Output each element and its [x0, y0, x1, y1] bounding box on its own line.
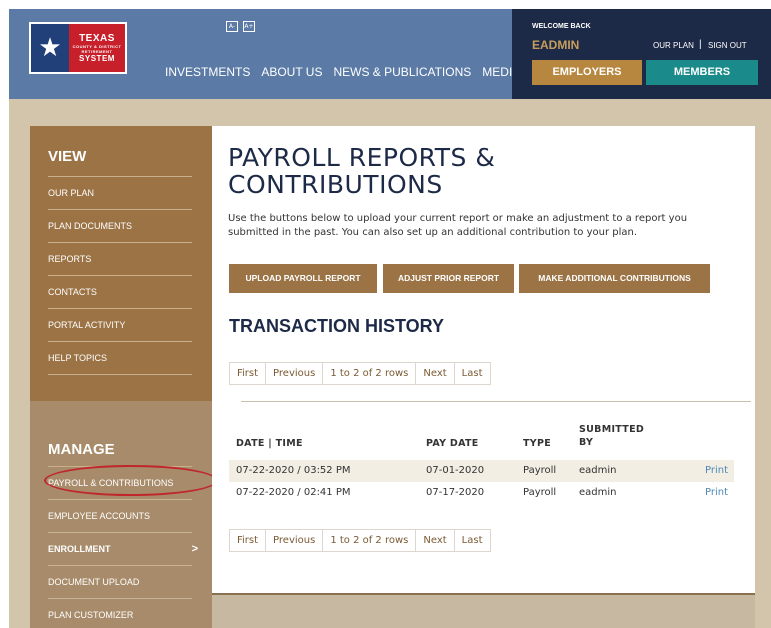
page-title: PAYROLL REPORTS & CONTRIBUTIONS [228, 143, 496, 199]
column-header-pay-date: PAY DATE [426, 438, 479, 449]
welcome-label: WELCOME BACK [532, 23, 591, 30]
sidebar-item-label: ENROLLMENT [48, 544, 111, 554]
pager-next[interactable]: Next [416, 530, 455, 551]
make-additional-contributions-button[interactable]: MAKE ADDITIONAL CONTRIBUTIONS [519, 264, 710, 293]
chevron-right-icon: > [191, 543, 198, 555]
adjust-prior-report-button[interactable]: ADJUST PRIOR REPORT [383, 264, 514, 293]
site-header: ★ TEXAS COUNTY & DISTRICT RETIREMENT SYS… [9, 9, 771, 99]
nav-investments[interactable]: INVESTMENTS [165, 65, 250, 79]
sidebar-item-plan-documents[interactable]: PLAN DOCUMENTS [48, 210, 192, 243]
pager-previous[interactable]: Previous [266, 530, 324, 551]
increase-text-size-button[interactable]: A+ [243, 21, 255, 32]
print-link[interactable]: Print [705, 487, 728, 498]
sidebar-heading-view: VIEW [48, 148, 87, 165]
sidebar-heading-manage: MANAGE [48, 441, 115, 458]
print-link[interactable]: Print [705, 465, 728, 476]
main-content: PAYROLL REPORTS & CONTRIBUTIONS Use the … [212, 126, 755, 601]
sidebar-item-employee-accounts[interactable]: EMPLOYEE ACCOUNTS [48, 500, 192, 533]
pager-previous[interactable]: Previous [266, 363, 324, 384]
sign-out-link[interactable]: SIGN OUT [708, 41, 747, 50]
sidebar-item-document-upload[interactable]: DOCUMENT UPLOAD [48, 566, 192, 599]
main-nav: INVESTMENTS ABOUT US NEWS & PUBLICATIONS… [165, 65, 520, 79]
site-logo[interactable]: ★ TEXAS COUNTY & DISTRICT RETIREMENT SYS… [29, 22, 127, 74]
pager-next[interactable]: Next [416, 363, 455, 384]
employers-button[interactable]: EMPLOYERS [532, 60, 642, 85]
star-icon: ★ [31, 24, 69, 72]
intro-text: Use the buttons below to upload your cur… [228, 213, 688, 238]
cell-date-time: 07-22-2020 / 02:41 PM [236, 487, 351, 498]
pager-first[interactable]: First [230, 530, 267, 551]
sidebar-item-contacts[interactable]: CONTACTS [48, 276, 192, 309]
cell-type: Payroll [523, 465, 557, 476]
sidebar: VIEW OUR PLAN PLAN DOCUMENTS REPORTS CON… [30, 126, 218, 628]
pager-last[interactable]: Last [455, 363, 490, 384]
sidebar-item-plan-customizer[interactable]: PLAN CUSTOMIZER [48, 599, 192, 628]
link-separator: | [699, 39, 702, 50]
column-header-type: TYPE [523, 438, 552, 449]
pagination-bottom: First Previous 1 to 2 of 2 rows Next Las… [229, 529, 491, 552]
cell-submitted-by: eadmin [579, 487, 617, 498]
table-row: 07-22-2020 / 02:41 PM 07-17-2020 Payroll… [229, 482, 734, 504]
browser-frame: ★ TEXAS COUNTY & DISTRICT RETIREMENT SYS… [9, 9, 771, 628]
sidebar-item-help-topics[interactable]: HELP TOPICS [48, 342, 192, 375]
table-row: 07-22-2020 / 03:52 PM 07-01-2020 Payroll… [229, 460, 734, 482]
pagination-top: First Previous 1 to 2 of 2 rows Next Las… [229, 362, 491, 385]
column-header-submitted-by-line1: SUBMITTED [579, 424, 645, 435]
content-footer [212, 593, 755, 628]
nav-news-publications[interactable]: NEWS & PUBLICATIONS [333, 65, 471, 79]
pager-range: 1 to 2 of 2 rows [323, 530, 417, 551]
cell-type: Payroll [523, 487, 557, 498]
sidebar-view-section: VIEW OUR PLAN PLAN DOCUMENTS REPORTS CON… [30, 126, 212, 401]
upload-payroll-report-button[interactable]: UPLOAD PAYROLL REPORT [229, 264, 377, 293]
column-header-submitted-by-line2: BY [579, 437, 594, 448]
account-panel: WELCOME BACK EADMIN OUR PLAN | SIGN OUT … [512, 9, 771, 99]
transaction-history-title: TRANSACTION HISTORY [229, 316, 445, 336]
table-header: DATE | TIME PAY DATE TYPE SUBMITTED BY [229, 416, 734, 460]
sidebar-item-enrollment[interactable]: ENROLLMENT > [48, 533, 198, 566]
divider [241, 401, 751, 402]
sidebar-item-reports[interactable]: REPORTS [48, 243, 192, 276]
cell-date-time: 07-22-2020 / 03:52 PM [236, 465, 351, 476]
logo-line-4: SYSTEM [79, 53, 115, 63]
logo-line-2: COUNTY & DISTRICT [72, 43, 122, 49]
sidebar-manage-section: MANAGE PAYROLL & CONTRIBUTIONS EMPLOYEE … [30, 401, 218, 628]
pager-last[interactable]: Last [455, 530, 490, 551]
decrease-text-size-button[interactable]: A- [226, 21, 238, 32]
logo-line-3: RETIREMENT [81, 48, 113, 54]
our-plan-link[interactable]: OUR PLAN [653, 41, 694, 50]
cell-submitted-by: eadmin [579, 465, 617, 476]
pager-range: 1 to 2 of 2 rows [323, 363, 417, 384]
cell-pay-date: 07-17-2020 [426, 487, 485, 498]
sidebar-item-payroll-contributions[interactable]: PAYROLL & CONTRIBUTIONS [44, 465, 218, 500]
username: EADMIN [532, 38, 580, 52]
sidebar-item-portal-activity[interactable]: PORTAL ACTIVITY [48, 309, 192, 342]
cell-pay-date: 07-01-2020 [426, 465, 485, 476]
nav-about-us[interactable]: ABOUT US [261, 65, 322, 79]
logo-line-1: TEXAS [79, 32, 115, 44]
pager-first[interactable]: First [230, 363, 267, 384]
members-button[interactable]: MEMBERS [646, 60, 758, 85]
sidebar-item-our-plan[interactable]: OUR PLAN [48, 177, 192, 210]
highlight-circle [44, 465, 218, 496]
logo-text: TEXAS COUNTY & DISTRICT RETIREMENT SYSTE… [69, 24, 125, 72]
transaction-table: DATE | TIME PAY DATE TYPE SUBMITTED BY 0… [229, 416, 734, 504]
column-header-date-time: DATE | TIME [236, 438, 303, 449]
